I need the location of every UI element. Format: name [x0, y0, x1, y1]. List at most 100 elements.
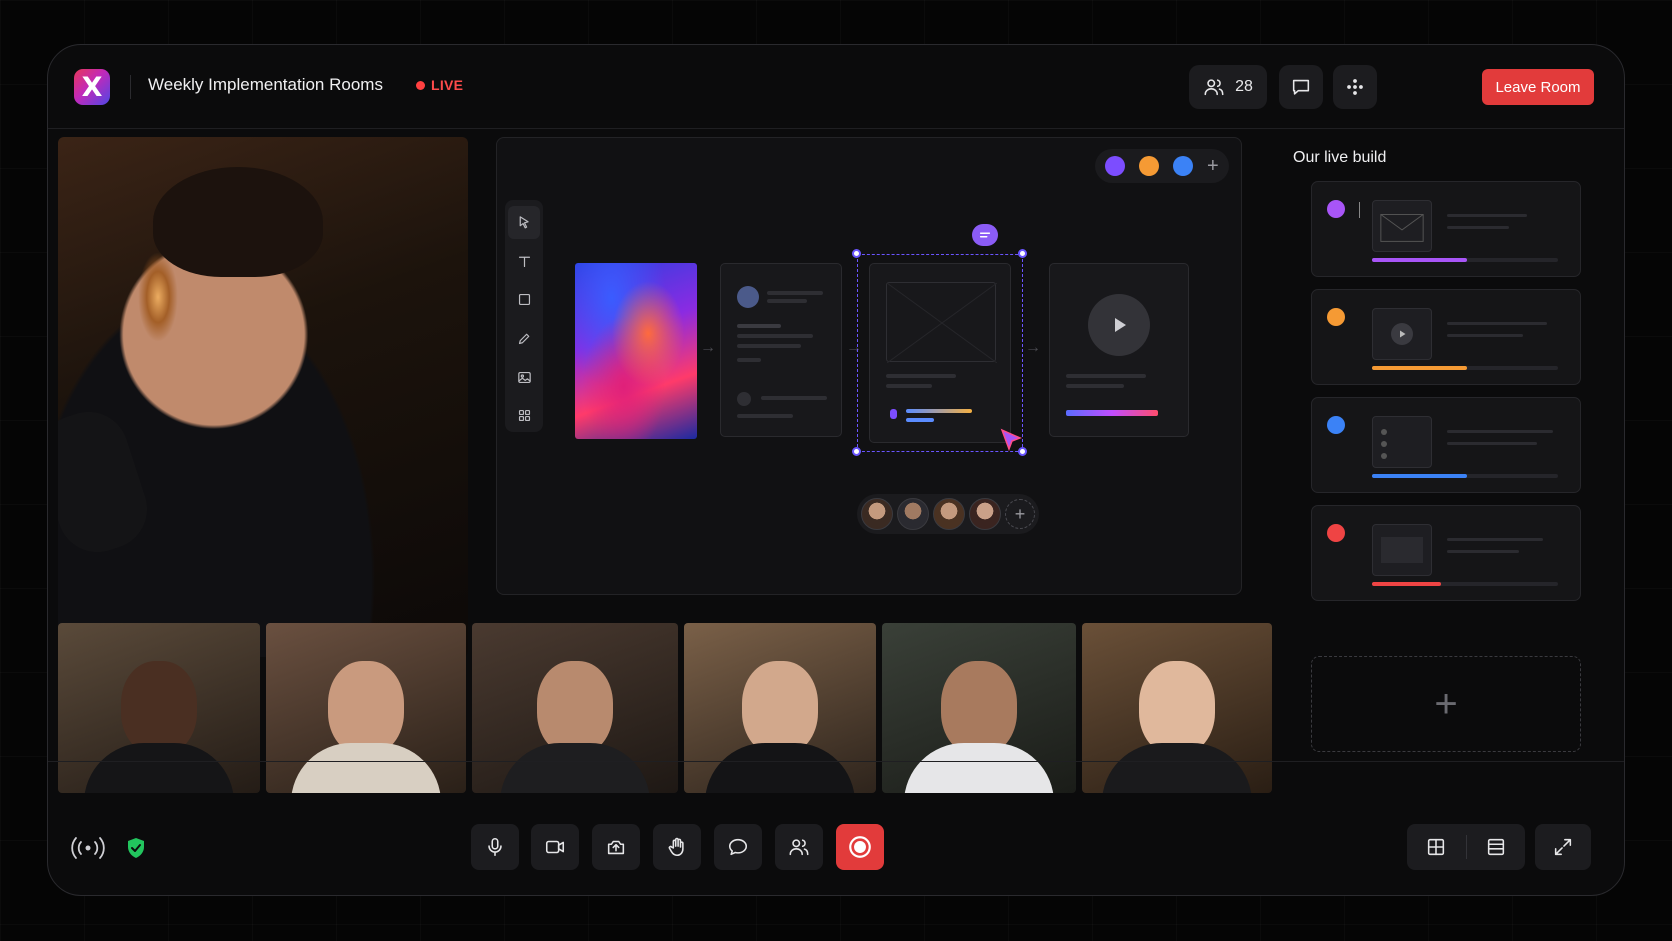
share-upload-icon	[607, 840, 625, 855]
broadcast-icon	[71, 837, 105, 859]
frame-line	[737, 414, 793, 418]
card-line	[1447, 226, 1509, 229]
divider	[130, 75, 131, 99]
progress-fill	[1372, 258, 1467, 262]
resize-handle[interactable]	[1018, 249, 1027, 258]
status-dot-icon	[1327, 200, 1345, 218]
progress-bar	[1372, 582, 1558, 586]
stage-layout-icon	[1487, 838, 1504, 856]
bottom-controls	[48, 761, 1624, 895]
build-card[interactable]	[1311, 397, 1581, 493]
background-lamp	[138, 252, 178, 342]
pen-tool[interactable]	[508, 322, 540, 355]
play-button[interactable]	[1088, 294, 1150, 356]
frame-line	[737, 324, 781, 328]
participants-button[interactable]: 28	[1189, 65, 1267, 109]
frame-line	[1066, 384, 1124, 388]
frame-line	[767, 291, 823, 295]
speech-bubble-icon	[728, 838, 748, 856]
participant-face	[742, 661, 818, 755]
card-line	[1447, 322, 1547, 325]
image-tool[interactable]	[508, 361, 540, 394]
progress-bar	[1372, 474, 1558, 478]
avatar[interactable]	[969, 498, 1001, 530]
progress-fill	[1372, 474, 1467, 478]
people-button[interactable]	[775, 824, 823, 870]
people-icon	[789, 839, 809, 856]
list-bullet	[1381, 441, 1387, 447]
add-color-button[interactable]: +	[1207, 156, 1219, 176]
build-card[interactable]	[1311, 505, 1581, 601]
color-swatch-blue[interactable]	[1173, 156, 1193, 176]
frame-line	[737, 334, 813, 338]
pencil-icon	[518, 333, 529, 344]
text-tool[interactable]	[508, 245, 540, 278]
app-logo[interactable]: X	[74, 69, 110, 105]
list-bullet	[1381, 429, 1387, 435]
build-card[interactable]	[1311, 289, 1581, 385]
gradient-artwork-frame[interactable]	[575, 263, 697, 439]
status-dot-icon	[1327, 308, 1345, 326]
square-icon	[518, 294, 530, 306]
envelope-icon	[1380, 213, 1424, 242]
leave-room-button[interactable]: Leave Room	[1482, 69, 1594, 105]
profile-frame[interactable]	[720, 263, 842, 437]
meeting-window: X Weekly Implementation Rooms LIVE 28 Le…	[47, 44, 1625, 896]
grid-icon	[518, 410, 530, 422]
comment-bubble-icon[interactable]	[972, 224, 998, 246]
record-button[interactable]	[836, 824, 884, 870]
camera-button[interactable]	[531, 824, 579, 870]
fullscreen-button[interactable]	[1535, 824, 1591, 870]
live-badge: LIVE	[416, 77, 463, 93]
people-icon	[1204, 79, 1224, 96]
microphone-button[interactable]	[471, 824, 519, 870]
flow-arrow-icon: →	[1025, 339, 1041, 356]
avatar[interactable]	[897, 498, 929, 530]
gradient-progress	[1066, 410, 1158, 416]
avatar[interactable]	[861, 498, 893, 530]
raise-hand-button[interactable]	[653, 824, 701, 870]
build-card[interactable]	[1311, 181, 1581, 277]
color-swatch-orange[interactable]	[1139, 156, 1159, 176]
video-frame[interactable]	[1049, 263, 1189, 437]
share-screen-button[interactable]	[592, 824, 640, 870]
color-swatch-purple[interactable]	[1105, 156, 1125, 176]
progress-bar	[1372, 258, 1558, 262]
frame-line	[737, 344, 801, 348]
chat-toggle-button[interactable]	[714, 824, 762, 870]
grid-layout-button[interactable]	[1407, 824, 1466, 870]
selection-box[interactable]	[857, 254, 1023, 452]
stage-layout-button[interactable]	[1467, 824, 1526, 870]
cursor-icon	[519, 216, 529, 229]
chat-button[interactable]	[1279, 65, 1323, 109]
list-bullet	[1381, 453, 1387, 459]
main-speaker-video[interactable]	[58, 137, 468, 657]
text-caret	[1359, 202, 1360, 218]
resize-handle[interactable]	[852, 249, 861, 258]
progress-fill	[1372, 582, 1441, 586]
whiteboard-canvas[interactable]: + → → → +	[496, 137, 1242, 595]
components-tool[interactable]	[508, 399, 540, 432]
avatar[interactable]	[933, 498, 965, 530]
add-collaborator-button[interactable]: +	[1005, 499, 1035, 529]
progress-fill	[1372, 366, 1467, 370]
card-thumbnail	[1372, 308, 1432, 360]
card-line	[1447, 442, 1537, 445]
more-button[interactable]	[1333, 65, 1377, 109]
rectangle-tool[interactable]	[508, 283, 540, 316]
live-label: LIVE	[431, 77, 464, 93]
more-dots-icon	[1347, 79, 1363, 95]
grid-layout-icon	[1428, 838, 1445, 856]
select-tool[interactable]	[508, 206, 540, 239]
card-line	[1447, 550, 1519, 553]
play-icon	[1115, 318, 1126, 332]
shield-check-icon	[128, 838, 144, 858]
resize-handle[interactable]	[852, 447, 861, 456]
avatar-placeholder	[737, 286, 759, 308]
participant-face	[1139, 661, 1215, 755]
card-line	[1447, 430, 1553, 433]
status-dot-icon	[1327, 416, 1345, 434]
collaborator-avatars: +	[857, 494, 1039, 534]
add-build-card-button[interactable]: +	[1311, 656, 1581, 752]
cursor-pointer-icon	[1000, 428, 1022, 452]
